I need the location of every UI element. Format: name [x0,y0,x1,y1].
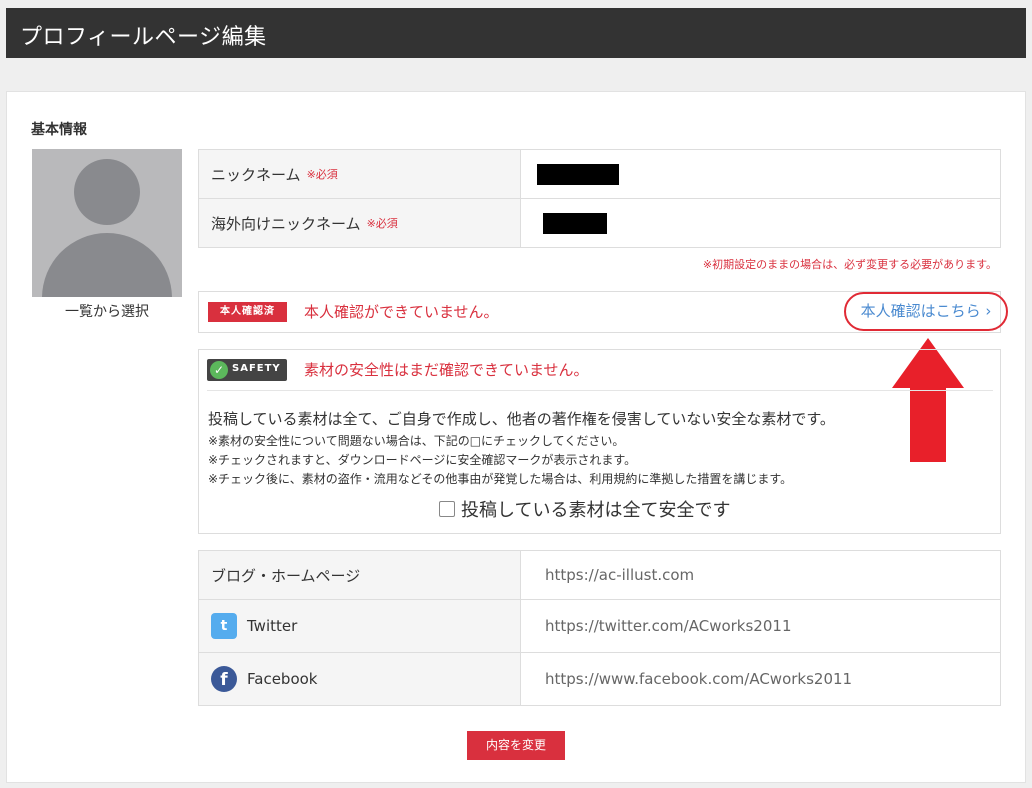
safety-note-3: ※チェック後に、素材の盗作・流用などその他事由が発覚した場合は、利用規約に準拠し… [208,472,793,486]
check-circle-icon: ✓ [210,361,228,379]
identity-verification-box: 本人確認済 本人確認ができていません。 本人確認はこちら › [198,291,1008,333]
divider [207,390,993,391]
avatar[interactable] [32,149,182,297]
twitter-label: Twitter [247,617,298,635]
overseas-nickname-label: 海外向けニックネーム [211,214,361,233]
verified-badge: 本人確認済 [208,302,287,322]
safety-statement: 投稿している素材は全て、ご自身で作成し、他者の著作権を侵害していない安全な素材で… [208,410,835,428]
redacted-value [537,163,619,185]
facebook-label: Facebook [247,670,318,688]
required-mark: ※必須 [306,168,338,181]
safety-note-1: ※素材の安全性について問題ない場合は、下記の□にチェックしてください。 [208,434,625,448]
verification-status: 本人確認ができていません。 [304,303,499,321]
twitter-url-field[interactable]: https://twitter.com/ACworks2011 [521,600,1000,652]
twitter-label-cell: t Twitter [199,600,521,652]
blog-label: ブログ・ホームページ [211,566,361,585]
twitter-row: t Twitter https://twitter.com/ACworks201… [199,600,1000,653]
sns-links-table: ブログ・ホームページ https://ac-illust.com t Twitt… [198,550,1001,706]
avatar-placeholder-head [74,159,140,225]
update-button[interactable]: 内容を変更 [467,731,565,760]
overseas-nickname-row: 海外向けニックネーム ※必須 [199,199,1000,247]
redacted-value [543,212,607,234]
safety-badge-label: SAFETY [232,363,281,374]
profile-card: 基本情報 一覧から選択 ニックネーム ※必須 海外向けニックネーム ※必須 ※初… [6,91,1026,783]
facebook-url-field[interactable]: https://www.facebook.com/ACworks2011 [521,653,1000,705]
safety-checkbox-label: 投稿している素材は全て安全です [461,500,731,521]
page-title: プロフィールページ編集 [20,25,267,50]
nickname-row: ニックネーム ※必須 [199,150,1000,199]
blog-row: ブログ・ホームページ https://ac-illust.com [199,551,1000,600]
twitter-icon: t [211,613,237,639]
required-mark: ※必須 [366,217,398,230]
page-header: プロフィールページ編集 [6,8,1026,58]
select-from-list-link[interactable]: 一覧から選択 [32,301,182,321]
avatar-placeholder-body [42,233,172,297]
nickname-note: ※初期設定のままの場合は、必ず変更する必要があります。 [702,258,997,271]
nickname-label: ニックネーム [211,165,301,184]
section-title-basic: 基本情報 [31,122,87,138]
nickname-field[interactable] [521,150,1000,198]
verify-identity-link[interactable]: 本人確認はこちら › [844,292,1008,331]
material-safety-box: ✓ SAFETY 素材の安全性はまだ確認できていません。 投稿している素材は全て… [198,349,1001,534]
checkbox[interactable] [439,501,455,517]
safety-status: 素材の安全性はまだ確認できていません。 [304,361,589,379]
overseas-nickname-field[interactable] [521,199,1000,247]
safety-note-2: ※チェックされますと、ダウンロードページに安全確認マークが表示されます。 [208,453,637,467]
nickname-table: ニックネーム ※必須 海外向けニックネーム ※必須 [198,149,1001,248]
blog-label-cell: ブログ・ホームページ [199,551,521,599]
nickname-label-cell: ニックネーム ※必須 [199,150,521,198]
safety-confirm-checkbox[interactable]: 投稿している素材は全て安全です [439,496,730,522]
facebook-label-cell: f Facebook [199,653,521,705]
safety-badge: ✓ SAFETY [207,359,287,381]
facebook-icon: f [211,666,237,692]
blog-url-field[interactable]: https://ac-illust.com [521,551,1000,599]
overseas-nickname-label-cell: 海外向けニックネーム ※必須 [199,199,521,247]
facebook-row: f Facebook https://www.facebook.com/ACwo… [199,653,1000,705]
